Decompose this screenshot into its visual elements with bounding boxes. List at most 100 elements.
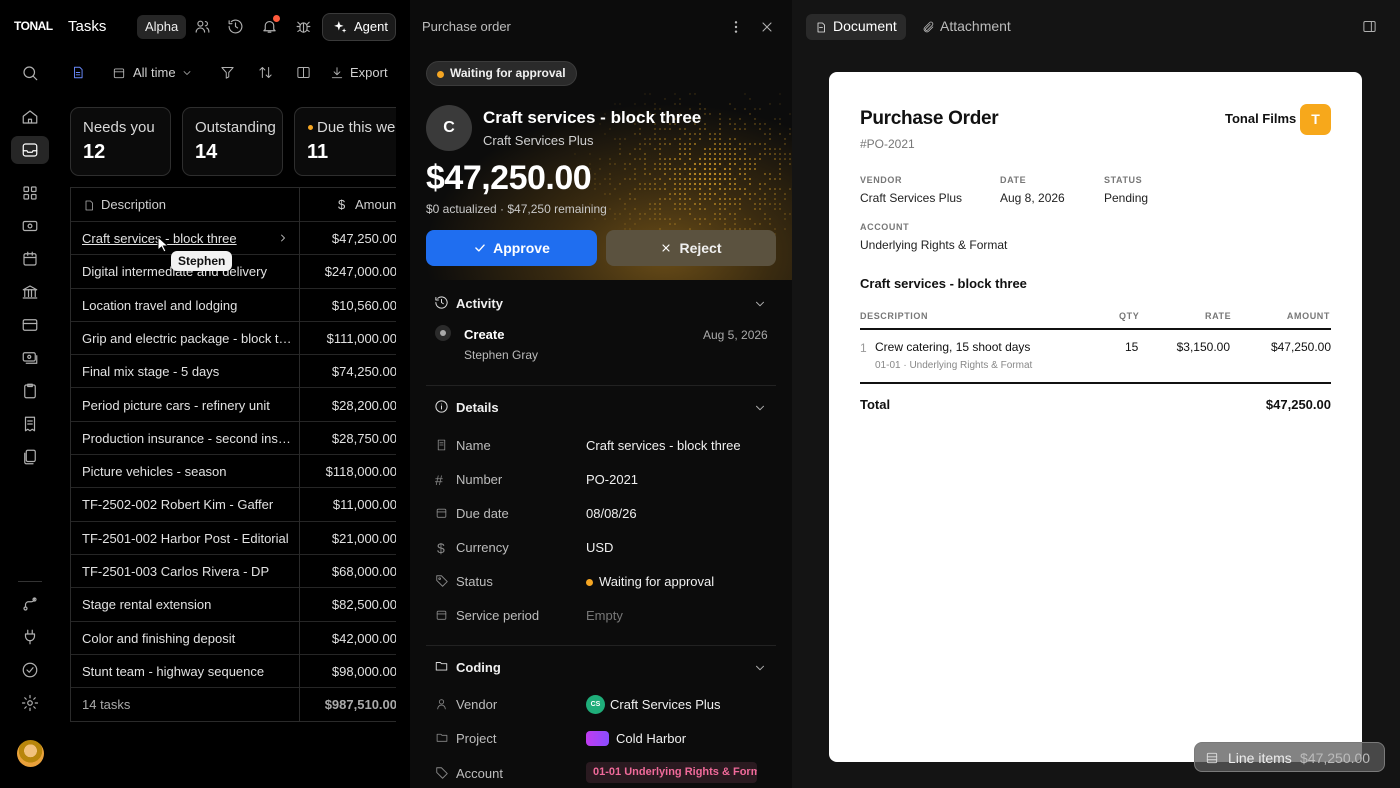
po-vendor: Craft Services Plus — [483, 133, 594, 148]
coding-chevron-icon[interactable] — [753, 661, 767, 675]
card-outstanding[interactable]: Outstanding 14 — [182, 107, 283, 176]
table-row[interactable]: Location travel and lodging $10,560.00 — [71, 289, 396, 322]
table-row[interactable]: TF-2501-002 Harbor Post - Editorial $21,0… — [71, 522, 396, 555]
doc-col-description: DESCRIPTION — [860, 311, 929, 321]
row-description[interactable]: TF-2502-002 Robert Kim - Gaffer — [82, 497, 292, 512]
activity-action: Create — [464, 327, 505, 342]
export-button[interactable]: Export — [330, 64, 390, 82]
badge-icon[interactable] — [21, 661, 39, 679]
tag-icon — [435, 574, 449, 588]
coding-value[interactable]: Cold Harbor — [616, 731, 686, 746]
export-label: Export — [350, 65, 388, 80]
settings-gear-icon[interactable] — [21, 694, 39, 712]
card-needs-you[interactable]: Needs you 12 — [70, 107, 171, 176]
table-row[interactable]: Digital intermediate and delivery $247,00… — [71, 255, 396, 289]
table-header: Description $ Amount — [71, 188, 396, 222]
detail-value[interactable]: PO-2021 — [586, 472, 638, 487]
table-row[interactable]: Picture vehicles - season $118,000.00 — [71, 455, 396, 489]
plug-icon[interactable] — [21, 628, 39, 646]
row-description[interactable]: TF-2501-002 Harbor Post - Editorial — [82, 531, 292, 546]
col-description[interactable]: Description — [101, 197, 166, 212]
row-description[interactable]: Period picture cars - refinery unit — [82, 398, 292, 413]
details-heading[interactable]: Details — [456, 400, 499, 415]
table-row[interactable]: Color and finishing deposit $42,000.00 — [71, 622, 396, 655]
row-description[interactable]: Craft services - block three — [82, 231, 267, 246]
line-items-button[interactable]: Line items $47,250.00 — [1194, 742, 1385, 772]
chevron-right-icon[interactable] — [277, 232, 289, 244]
row-description[interactable]: Grip and electric package - block three — [82, 331, 292, 346]
row-description[interactable]: Location travel and lodging — [82, 298, 292, 313]
table-row[interactable]: Grip and electric package - block three $… — [71, 322, 396, 356]
clipboard-icon[interactable] — [21, 382, 39, 400]
x-icon — [662, 244, 671, 252]
close-icon[interactable] — [759, 19, 775, 35]
table-row[interactable]: Craft services - block three $47,250.00 — [71, 222, 396, 256]
table-row[interactable]: Stage rental extension $82,500.00 — [71, 588, 396, 622]
credit-card-icon[interactable] — [21, 316, 39, 334]
search-icon[interactable] — [21, 64, 39, 82]
row-description[interactable]: TF-2501-003 Carlos Rivera - DP — [82, 564, 292, 579]
grid-icon[interactable] — [21, 184, 39, 202]
row-description[interactable]: Stunt team - highway sequence — [82, 664, 292, 679]
receipt-icon[interactable] — [21, 415, 39, 433]
history-icon[interactable] — [227, 18, 244, 35]
users-icon[interactable] — [194, 18, 211, 35]
notifications-icon[interactable] — [261, 15, 280, 35]
workflow-icon[interactable] — [21, 595, 39, 613]
calendar-icon[interactable] — [21, 250, 39, 268]
user-avatar[interactable] — [17, 740, 44, 767]
table-row[interactable]: TF-2501-003 Carlos Rivera - DP $68,000.00 — [71, 555, 396, 589]
bank-icon[interactable] — [21, 283, 39, 301]
paperclip-icon — [923, 21, 934, 33]
details-chevron-icon[interactable] — [753, 401, 767, 415]
row-description[interactable]: Stage rental extension — [82, 597, 292, 612]
table-row[interactable]: Period picture cars - refinery unit $28,2… — [71, 389, 396, 422]
activity-chevron-icon[interactable] — [753, 297, 767, 311]
detail-value[interactable]: 08/08/26 — [586, 506, 637, 521]
coding-value: 01-01 Underlying Rights & Format — [593, 766, 757, 778]
card-label: Due this week — [317, 119, 396, 136]
home-icon[interactable] — [21, 108, 39, 126]
reject-button[interactable]: Reject — [606, 230, 776, 266]
columns-icon[interactable] — [296, 65, 311, 80]
col-amount[interactable]: Amount — [355, 197, 396, 212]
row-description[interactable]: Final mix stage - 5 days — [82, 364, 292, 379]
documents-icon[interactable] — [21, 448, 39, 466]
row-description[interactable]: Color and finishing deposit — [82, 631, 292, 646]
card-due-this-week[interactable]: Due this week 11 — [294, 107, 396, 176]
workspace-switcher[interactable]: Alpha — [137, 15, 187, 39]
table-row[interactable]: Final mix stage - 5 days $74,250.00 — [71, 355, 396, 389]
coding-label: Account — [456, 766, 503, 781]
detail-value[interactable]: Empty — [586, 608, 623, 623]
bug-icon[interactable] — [295, 18, 312, 35]
more-options-icon[interactable] — [728, 19, 744, 35]
coding-heading[interactable]: Coding — [456, 660, 501, 675]
tab-document[interactable]: Document — [806, 14, 906, 40]
table-row[interactable]: Production insurance - second installmen… — [71, 422, 396, 456]
app-logo[interactable]: TONAL — [14, 19, 53, 33]
po-amount: $47,250.00 — [426, 159, 592, 197]
filter-icon[interactable] — [220, 65, 235, 80]
table-row[interactable]: Stunt team - highway sequence $98,000.00 — [71, 655, 396, 689]
activity-heading[interactable]: Activity — [456, 296, 503, 311]
approve-button[interactable]: Approve — [426, 230, 597, 266]
detail-label: Service period — [456, 608, 540, 623]
detail-value[interactable]: Waiting for approval — [599, 574, 714, 589]
money-icon[interactable] — [21, 217, 39, 235]
detail-value[interactable]: Craft services - block three — [586, 438, 741, 453]
coding-value[interactable]: Craft Services Plus — [610, 697, 721, 712]
doc-col-amount: AMOUNT — [1286, 311, 1330, 321]
document-list-icon[interactable] — [71, 65, 85, 80]
payments-icon[interactable] — [21, 349, 39, 367]
panel-toggle-icon[interactable] — [1362, 19, 1377, 34]
tab-attachment[interactable]: Attachment — [920, 14, 1020, 40]
inbox-icon[interactable] — [21, 141, 39, 159]
detail-value[interactable]: USD — [586, 540, 613, 555]
vendor-value: Craft Services Plus — [860, 191, 963, 205]
row-description[interactable]: Picture vehicles - season — [82, 464, 292, 479]
sort-icon[interactable] — [258, 65, 273, 80]
row-description[interactable]: Production insurance - second installmen… — [82, 431, 292, 446]
agent-button[interactable]: Agent — [322, 13, 396, 41]
account-chip[interactable]: 01-01 Underlying Rights & Format — [586, 762, 757, 783]
table-row[interactable]: TF-2502-002 Robert Kim - Gaffer $11,000.0… — [71, 488, 396, 522]
